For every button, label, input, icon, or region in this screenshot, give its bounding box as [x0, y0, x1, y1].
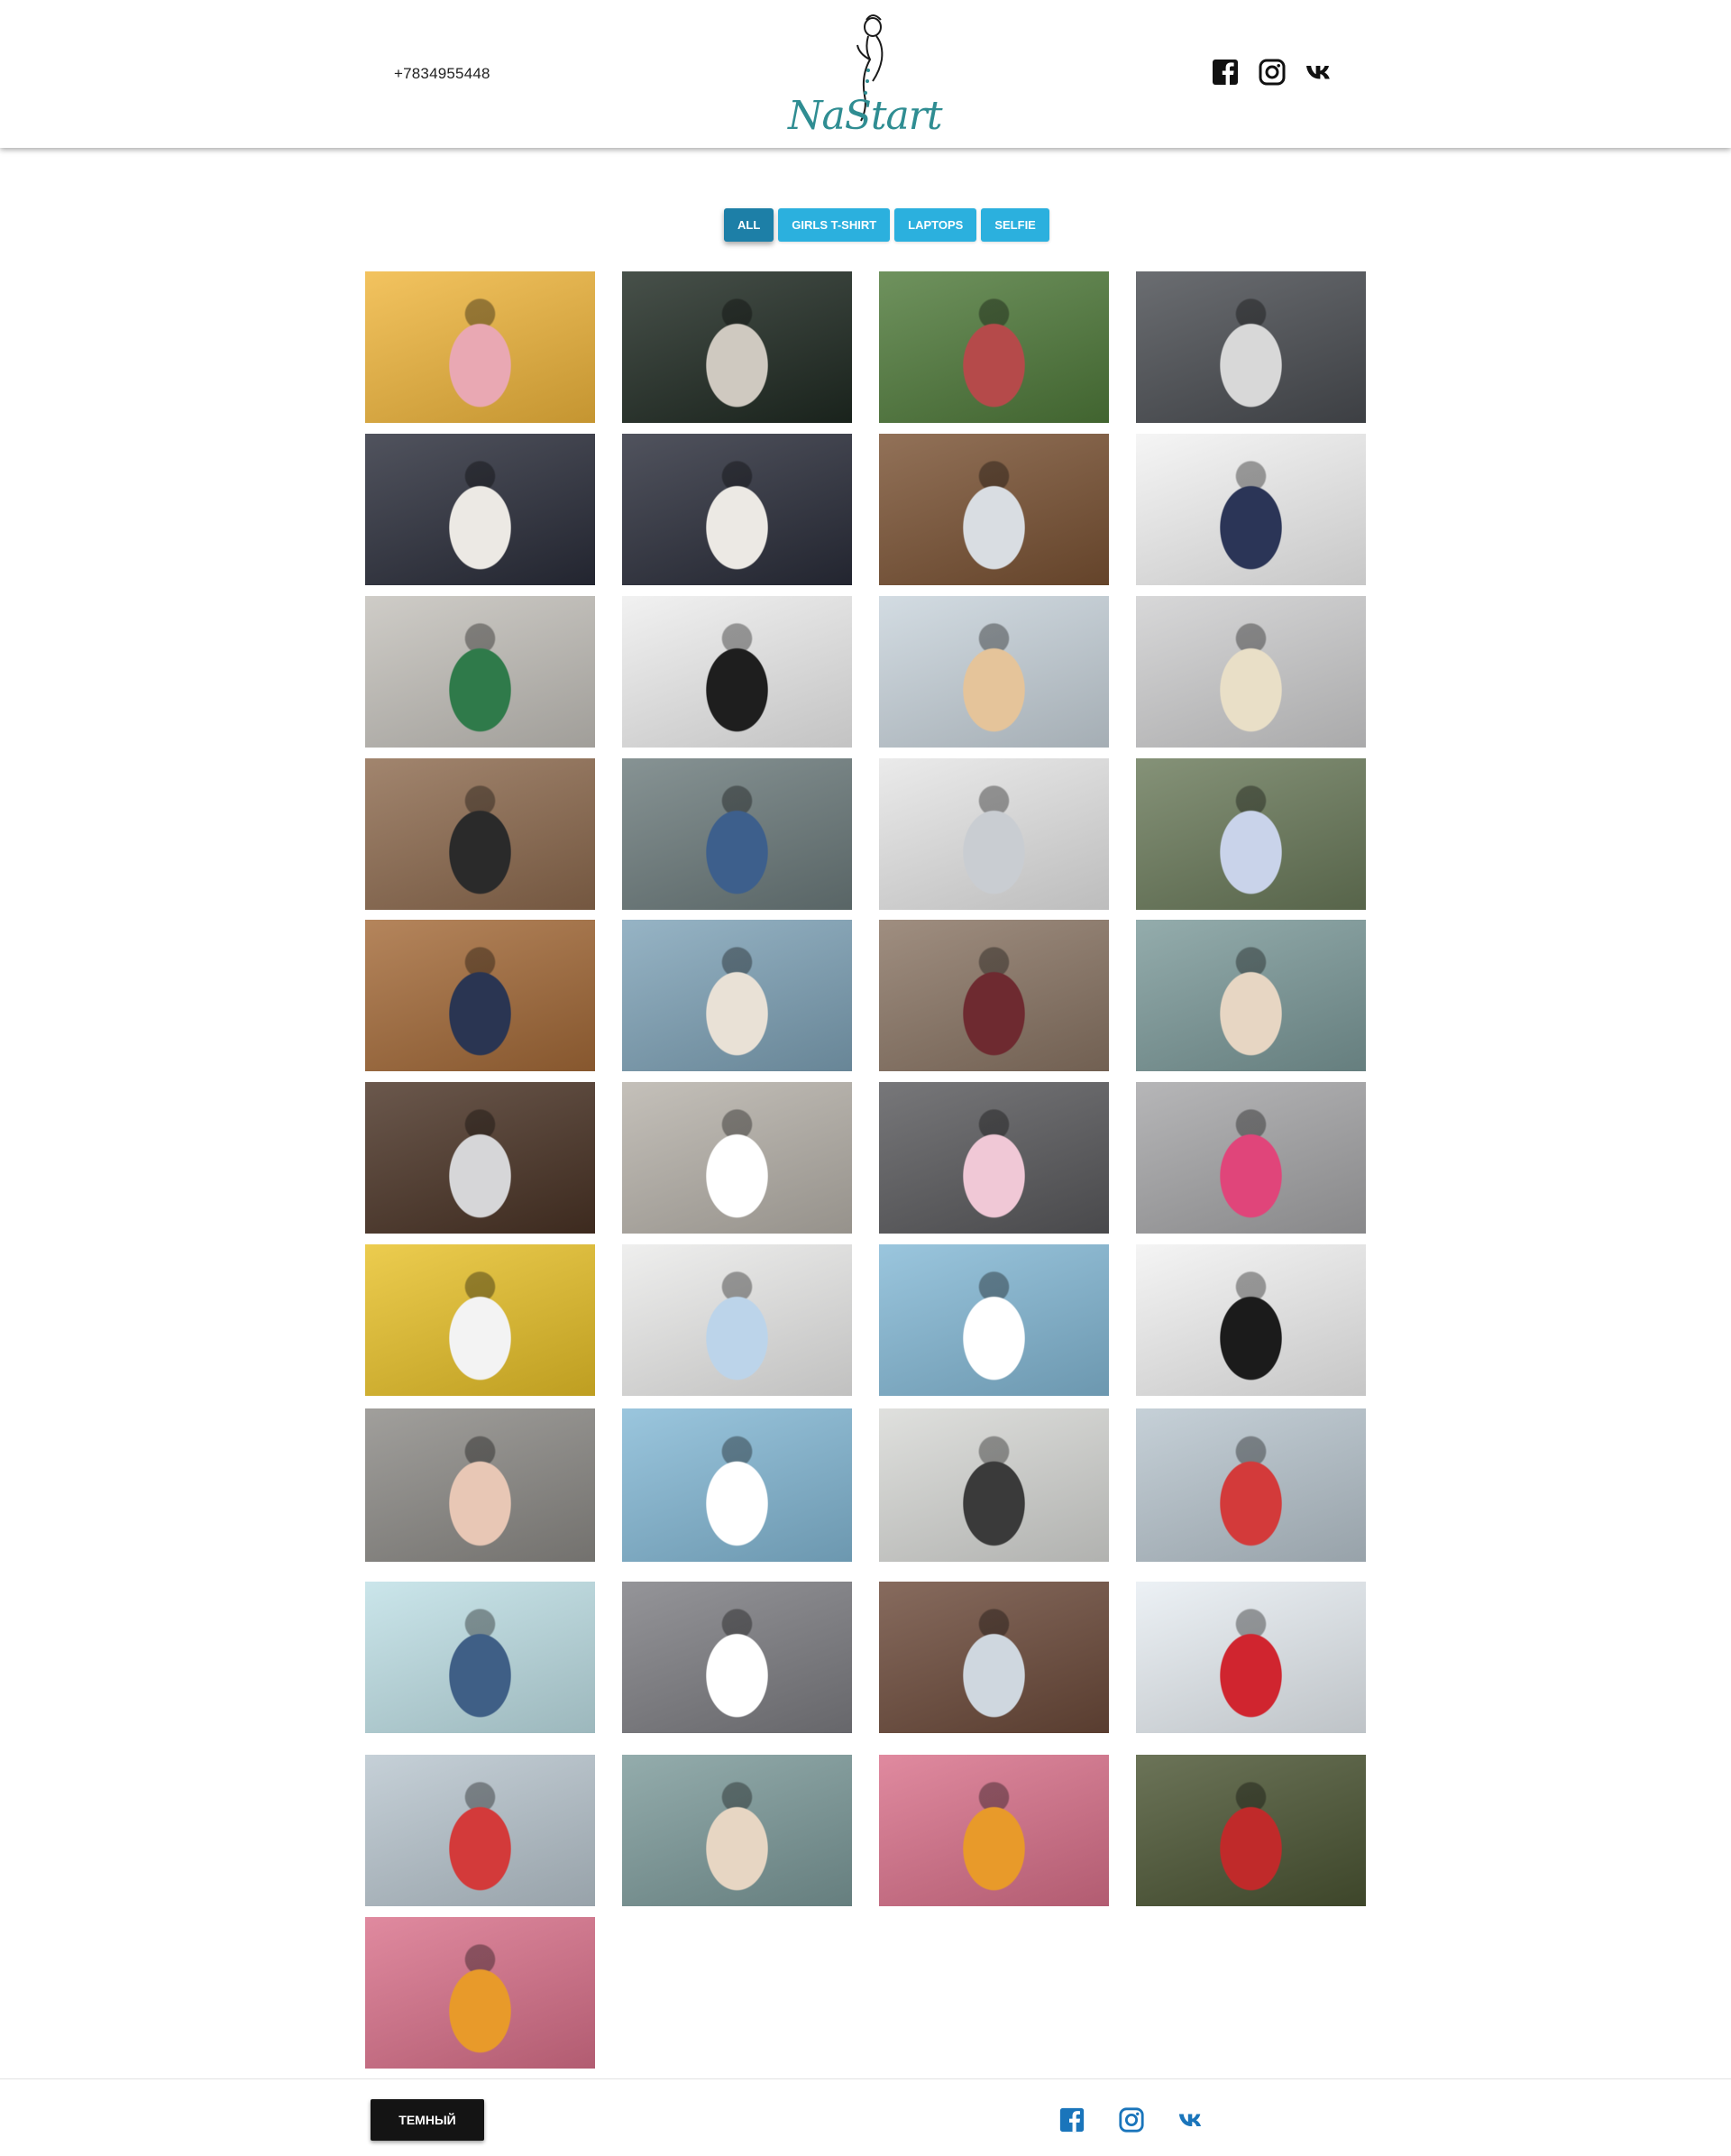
photo-image: [879, 1082, 1109, 1234]
photo-image: [365, 1755, 595, 1906]
gallery-photo[interactable]: [1136, 1408, 1366, 1562]
photo-image: [879, 434, 1109, 585]
photo-image: [622, 434, 852, 585]
photo-image: [365, 1244, 595, 1396]
gallery-photo[interactable]: [365, 271, 595, 423]
photo-image: [622, 271, 852, 423]
photo-image: [879, 596, 1109, 748]
gallery-photo[interactable]: [365, 596, 595, 748]
gallery-photo[interactable]: [1136, 920, 1366, 1071]
gallery-photo[interactable]: [1136, 1082, 1366, 1234]
photo-image: [879, 1582, 1109, 1733]
gallery-photo[interactable]: [622, 1582, 852, 1733]
gallery-photo[interactable]: [1136, 596, 1366, 748]
photo-gallery: [0, 0, 1731, 2074]
gallery-photo[interactable]: [622, 1082, 852, 1234]
photo-image: [879, 1755, 1109, 1906]
photo-image: [622, 1582, 852, 1733]
photo-image: [365, 1917, 595, 2069]
photo-image: [365, 434, 595, 585]
photo-image: [622, 1755, 852, 1906]
photo-image: [1136, 1755, 1366, 1906]
gallery-photo[interactable]: [365, 1755, 595, 1906]
gallery-photo[interactable]: [365, 1082, 595, 1234]
gallery-photo[interactable]: [365, 1244, 595, 1396]
photo-image: [622, 758, 852, 910]
footer-social: [1058, 2106, 1204, 2133]
gallery-photo[interactable]: [622, 434, 852, 585]
gallery-photo[interactable]: [365, 1917, 595, 2069]
phone-number[interactable]: +7834955448: [394, 65, 490, 83]
theme-toggle-button[interactable]: ТЕМНЫЙ: [371, 2099, 484, 2141]
photo-image: [622, 920, 852, 1071]
photo-image: [879, 1408, 1109, 1562]
gallery-photo[interactable]: [879, 1755, 1109, 1906]
vk-icon[interactable]: [1305, 58, 1333, 87]
gallery-photo[interactable]: [622, 1755, 852, 1906]
gallery-photo[interactable]: [1136, 1755, 1366, 1906]
gallery-photo[interactable]: [1136, 271, 1366, 423]
gallery-photo[interactable]: [622, 1408, 852, 1562]
photo-image: [365, 596, 595, 748]
gallery-photo[interactable]: [1136, 758, 1366, 910]
gallery-photo[interactable]: [879, 271, 1109, 423]
gallery-photo[interactable]: [365, 920, 595, 1071]
gallery-photo[interactable]: [365, 1408, 595, 1562]
gallery-photo[interactable]: [365, 758, 595, 910]
header-social: [1211, 58, 1333, 87]
photo-image: [1136, 596, 1366, 748]
photo-image: [365, 920, 595, 1071]
photo-image: [879, 271, 1109, 423]
gallery-photo[interactable]: [622, 596, 852, 748]
gallery-photo[interactable]: [365, 1582, 595, 1733]
gallery-photo[interactable]: [879, 434, 1109, 585]
photo-image: [1136, 1082, 1366, 1234]
gallery-photo[interactable]: [879, 920, 1109, 1071]
gallery-photo[interactable]: [622, 1244, 852, 1396]
instagram-icon[interactable]: [1118, 2106, 1145, 2133]
gallery-photo[interactable]: [622, 758, 852, 910]
photo-image: [1136, 271, 1366, 423]
photo-image: [1136, 920, 1366, 1071]
photo-image: [365, 1408, 595, 1562]
site-header: +7834955448 NaStart: [0, 0, 1731, 148]
gallery-photo[interactable]: [1136, 1582, 1366, 1733]
gallery-photo[interactable]: [879, 1082, 1109, 1234]
gallery-photo[interactable]: [879, 758, 1109, 910]
photo-image: [1136, 1408, 1366, 1562]
photo-image: [365, 1582, 595, 1733]
photo-image: [879, 920, 1109, 1071]
instagram-icon[interactable]: [1258, 58, 1287, 87]
facebook-icon[interactable]: [1211, 58, 1240, 87]
gallery-photo[interactable]: [879, 1244, 1109, 1396]
gallery-photo[interactable]: [879, 1582, 1109, 1733]
gallery-photo[interactable]: [622, 920, 852, 1071]
photo-image: [622, 1408, 852, 1562]
photo-image: [879, 758, 1109, 910]
gallery-photo[interactable]: [879, 596, 1109, 748]
site-logo[interactable]: NaStart: [783, 7, 943, 142]
logo-text: NaStart: [788, 93, 943, 139]
photo-image: [622, 1244, 852, 1396]
photo-image: [365, 758, 595, 910]
photo-image: [1136, 434, 1366, 585]
photo-image: [1136, 758, 1366, 910]
photo-image: [622, 596, 852, 748]
vk-icon[interactable]: [1177, 2106, 1204, 2133]
photo-image: [879, 1244, 1109, 1396]
site-footer: ТЕМНЫЙ: [0, 2078, 1731, 2156]
gallery-photo[interactable]: [879, 1408, 1109, 1562]
gallery-photo[interactable]: [365, 434, 595, 585]
gallery-photo[interactable]: [1136, 1244, 1366, 1396]
gallery-photo[interactable]: [1136, 434, 1366, 585]
photo-image: [1136, 1582, 1366, 1733]
gallery-photo[interactable]: [622, 271, 852, 423]
photo-image: [365, 1082, 595, 1234]
facebook-icon[interactable]: [1058, 2106, 1085, 2133]
photo-image: [1136, 1244, 1366, 1396]
photo-image: [365, 271, 595, 423]
photo-image: [622, 1082, 852, 1234]
